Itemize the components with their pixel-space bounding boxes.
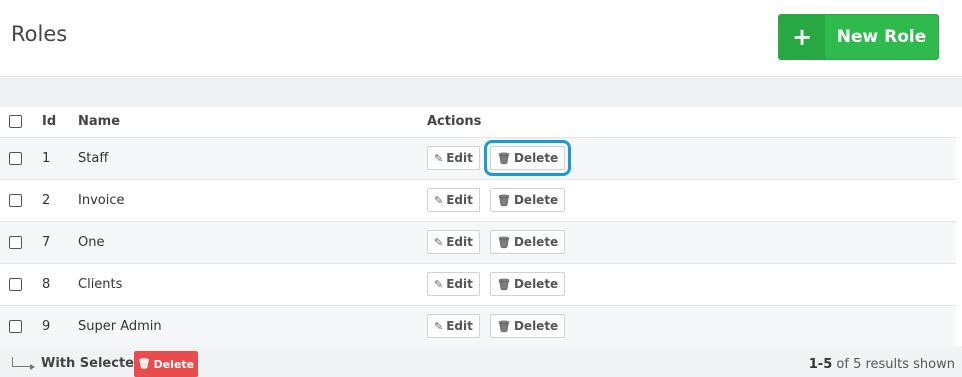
pencil-icon: ✎ — [434, 319, 444, 333]
trash-icon: 🗑 — [497, 235, 511, 249]
arrow-head-icon — [30, 363, 35, 370]
row-name: Clients — [77, 263, 423, 306]
trash-icon: 🗑 — [497, 319, 511, 333]
pencil-icon: ✎ — [434, 151, 444, 165]
new-role-button[interactable]: + New Role — [778, 14, 939, 60]
page-header: Roles + New Role — [0, 0, 962, 77]
delete-button[interactable]: 🗑 Delete — [490, 272, 566, 296]
edit-button[interactable]: ✎ Edit — [427, 230, 480, 254]
row-checkbox[interactable] — [9, 235, 22, 249]
row-checkbox[interactable] — [9, 193, 22, 207]
bulk-delete-button[interactable]: 🗑 Delete — [134, 351, 198, 377]
pencil-icon: ✎ — [434, 277, 444, 291]
delete-button[interactable]: 🗑 Delete — [490, 314, 566, 338]
edit-button[interactable]: ✎ Edit — [427, 146, 480, 170]
table-header-row: Id Name Actions — [0, 107, 956, 138]
edit-button[interactable]: ✎ Edit — [427, 272, 480, 296]
row-checkbox[interactable] — [9, 277, 22, 291]
with-selected-label: With Selected — [41, 356, 144, 371]
trash-icon: 🗑 — [497, 151, 511, 165]
row-checkbox[interactable] — [9, 151, 22, 165]
row-checkbox[interactable] — [9, 319, 22, 333]
toolbar-band — [0, 78, 962, 107]
delete-button[interactable]: 🗑 Delete — [490, 188, 566, 212]
page-title: Roles — [11, 22, 68, 46]
row-id: 2 — [33, 179, 77, 222]
table-row: 2 Invoice ✎ Edit 🗑 Delete — [0, 179, 956, 222]
column-header-id[interactable]: Id — [33, 107, 77, 138]
trash-icon: 🗑 — [497, 277, 511, 291]
results-range: 1-5 — [808, 357, 833, 372]
edit-button[interactable]: ✎ Edit — [427, 188, 480, 212]
table-footer: With Selected 🗑 Delete 1-5 of 5 results s… — [0, 346, 962, 377]
table-row: 9 Super Admin ✎ Edit 🗑 Delete — [0, 305, 956, 348]
pencil-icon: ✎ — [434, 235, 444, 249]
row-id: 7 — [33, 221, 77, 264]
row-name: Invoice — [77, 179, 423, 222]
trash-icon: 🗑 — [137, 358, 151, 370]
pencil-icon: ✎ — [434, 193, 444, 207]
roles-table: Id Name Actions 1 Staff ✎ Edit 🗑 Delete 2 … — [0, 107, 956, 348]
table-row: 7 One ✎ Edit 🗑 Delete — [0, 221, 956, 264]
column-header-name[interactable]: Name — [77, 107, 423, 138]
row-name: Super Admin — [77, 305, 423, 348]
delete-button[interactable]: 🗑 Delete — [490, 230, 566, 254]
row-name: One — [77, 221, 423, 264]
row-id: 1 — [33, 137, 77, 180]
edit-button[interactable]: ✎ Edit — [427, 314, 480, 338]
table-row: 1 Staff ✎ Edit 🗑 Delete — [0, 137, 956, 180]
row-name: Staff — [77, 137, 423, 180]
delete-button[interactable]: 🗑 Delete — [483, 140, 572, 176]
corner-arrow-icon — [12, 356, 30, 367]
row-id: 8 — [33, 263, 77, 306]
new-role-label: New Role — [836, 27, 927, 47]
row-id: 9 — [33, 305, 77, 348]
results-summary: 1-5 of 5 results shown — [809, 357, 955, 372]
with-selected: With Selected — [12, 356, 143, 371]
plus-icon: + — [779, 15, 825, 59]
results-text: of 5 results shown — [836, 357, 955, 372]
table-row: 8 Clients ✎ Edit 🗑 Delete — [0, 263, 956, 306]
trash-icon: 🗑 — [497, 193, 511, 207]
column-header-actions: Actions — [423, 107, 956, 138]
select-all-checkbox[interactable] — [9, 115, 22, 129]
